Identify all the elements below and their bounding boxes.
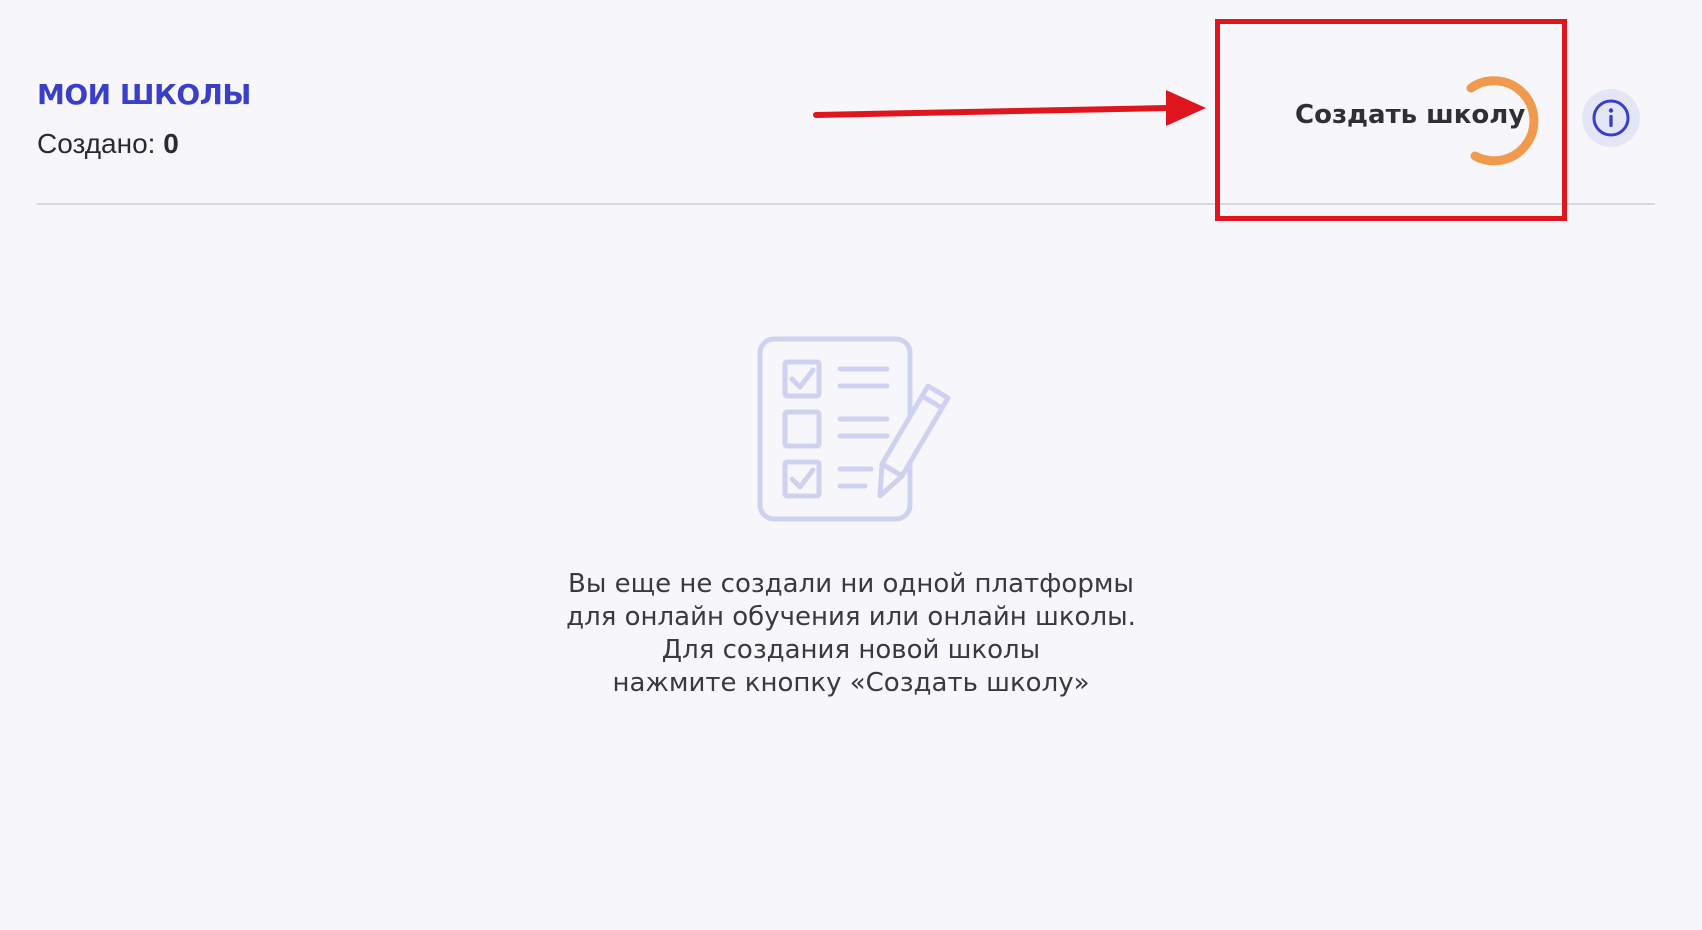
info-icon	[1592, 99, 1630, 137]
created-label: Создано:	[37, 128, 156, 159]
arrow-right-icon	[813, 90, 1206, 126]
info-button[interactable]	[1582, 89, 1640, 147]
created-counter: Создано: 0	[37, 128, 179, 160]
created-count: 0	[163, 128, 179, 159]
my-schools-page: МОИ ШКОЛЫ Создано: 0 Создать школу Вы ещ…	[0, 0, 1702, 930]
empty-state-message: Вы еще не создали ни одной платформы для…	[451, 568, 1251, 700]
checklist-pencil-icon	[757, 336, 951, 522]
empty-state-line: Вы еще не создали ни одной платформы	[568, 569, 1134, 599]
empty-state-line: Для создания новой школы	[661, 635, 1041, 665]
page-title: МОИ ШКОЛЫ	[37, 78, 251, 111]
empty-state-line: нажмите кнопку «Создать школу»	[612, 668, 1090, 698]
highlight-frame	[1215, 19, 1567, 221]
empty-state-line: для онлайн обучения или онлайн школы.	[566, 602, 1136, 632]
